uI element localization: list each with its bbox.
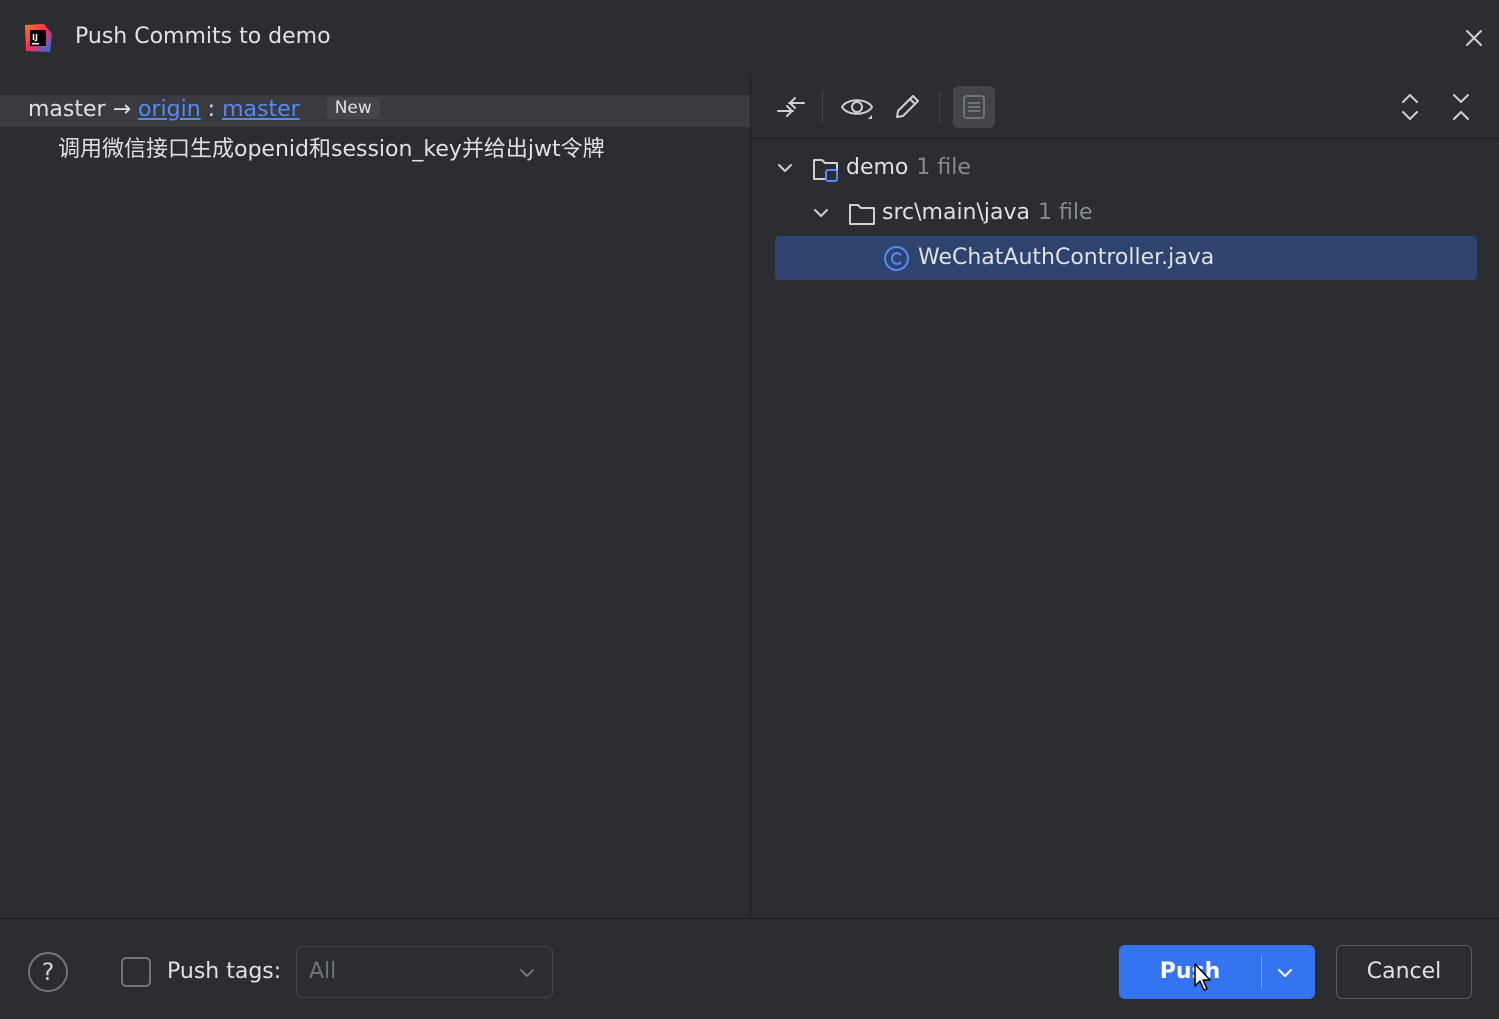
remote-separator: : — [207, 97, 216, 122]
eye-icon[interactable] — [839, 89, 875, 125]
push-tags-select[interactable]: All — [296, 946, 553, 998]
toolbar-separator — [822, 91, 823, 123]
push-button[interactable]: Push — [1119, 945, 1315, 999]
tree-node-demo[interactable]: demo 1 file — [775, 146, 1477, 190]
branch-row[interactable]: master → origin : master New — [0, 95, 750, 127]
remote-link[interactable]: origin — [138, 97, 201, 122]
select-value: All — [309, 959, 337, 984]
tree-node-label: demo 1 file — [846, 155, 971, 180]
dialog-title: Push Commits to demo — [75, 24, 331, 49]
collapse-all-icon[interactable] — [1443, 89, 1479, 125]
close-icon[interactable] — [1460, 24, 1488, 52]
commit-item[interactable]: 调用微信接口生成openid和session_key并给出jwt令牌 — [58, 131, 605, 163]
chevron-down-icon[interactable] — [775, 158, 795, 178]
tree-node-label: src\main\java 1 file — [882, 200, 1093, 225]
dialog-footer: ? Push tags: All Push Cancel — [0, 918, 1499, 1019]
preview-details-icon[interactable] — [953, 86, 995, 128]
edit-icon[interactable] — [889, 89, 925, 125]
svg-text:IJ: IJ — [32, 33, 38, 42]
help-button[interactable]: ? — [28, 952, 68, 992]
local-branch: master — [28, 97, 106, 122]
push-button-label: Push — [1159, 959, 1221, 984]
toolbar-separator — [939, 91, 940, 123]
module-folder-icon — [813, 159, 838, 182]
show-diff-icon[interactable] — [773, 89, 809, 125]
folder-icon — [849, 204, 875, 225]
node-count: 1 file — [1038, 200, 1093, 225]
new-badge: New — [326, 97, 380, 119]
file-name: WeChatAuthController.java — [918, 245, 1215, 270]
node-name: src\main\java — [882, 200, 1031, 225]
title-bar: IJ Push Commits to demo — [0, 0, 1499, 75]
node-name: demo — [846, 155, 909, 180]
cancel-button[interactable]: Cancel — [1336, 945, 1472, 999]
node-count: 1 file — [916, 155, 971, 180]
branch-mapping: master → origin : master New — [28, 97, 380, 122]
remote-branch-link[interactable]: master — [222, 97, 300, 122]
tree-node-wechatauthcontroller[interactable]: WeChatAuthController.java — [775, 236, 1477, 280]
chevron-down-icon — [520, 969, 534, 977]
push-tags-label: Push tags: — [167, 959, 282, 984]
arrow-glyph: → — [112, 97, 132, 122]
push-button-split — [1261, 955, 1262, 989]
push-tags-checkbox[interactable] — [121, 957, 151, 987]
mouse-pointer-icon — [1194, 963, 1211, 991]
java-class-icon — [884, 246, 909, 271]
intellij-idea-icon: IJ — [25, 24, 52, 52]
chevron-down-icon[interactable] — [811, 203, 831, 223]
expand-all-icon[interactable] — [1392, 89, 1428, 125]
push-options-chevron-icon[interactable] — [1275, 963, 1295, 983]
changes-toolbar — [751, 75, 1499, 139]
changes-panel: demo 1 file src\main\java 1 file WeChatAut… — [751, 75, 1499, 918]
tree-node-src-main-java[interactable]: src\main\java 1 file — [775, 191, 1477, 235]
commits-panel: master → origin : master New 调用微信接口生成ope… — [0, 75, 750, 918]
